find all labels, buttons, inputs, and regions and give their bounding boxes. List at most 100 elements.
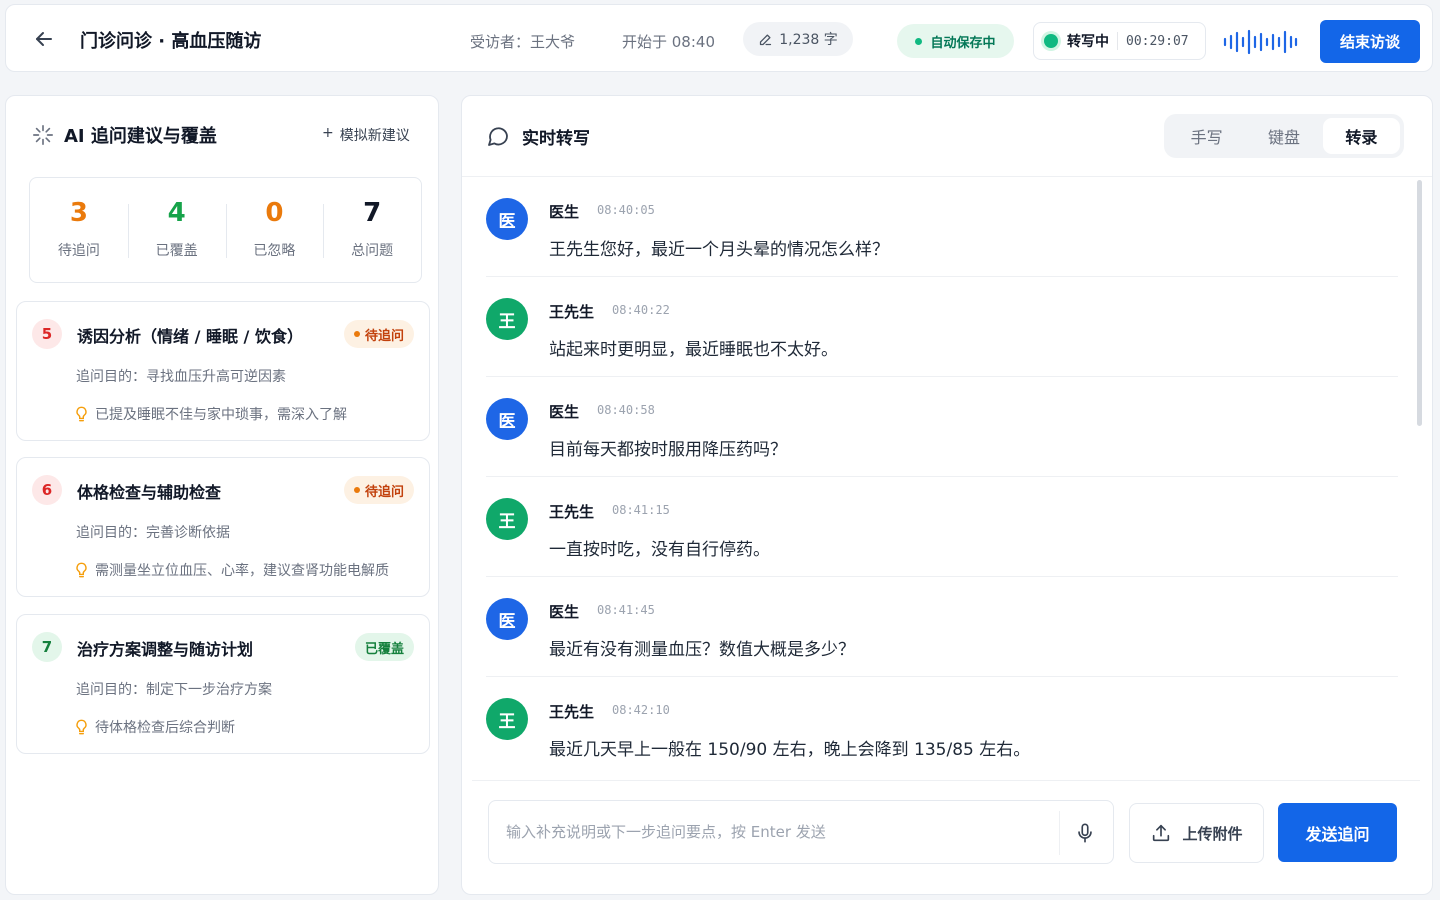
- avatar: 医: [486, 398, 528, 440]
- card-number: 6: [32, 475, 62, 505]
- lightbulb-icon: [76, 562, 87, 578]
- autosave-text: 自动保存中: [930, 35, 996, 51]
- status-badge: 已覆盖: [354, 633, 414, 661]
- card-purpose: 追问目的：完善诊断依据: [76, 525, 230, 541]
- mic-separator: [1059, 811, 1060, 855]
- stat-ignored[interactable]: 0 已忽略: [225, 178, 324, 282]
- upload-attachment-label: 上传附件: [1182, 824, 1243, 843]
- card-number: 5: [32, 319, 62, 349]
- card-hint: 待体格检查后综合判断: [75, 717, 235, 737]
- recording-status: 转写中 00:29:07: [1033, 22, 1206, 60]
- message-list[interactable]: 医 医生 08:40:05 王先生您好，最近一个月头晕的情况怎么样？ 王 王先生…: [462, 177, 1420, 777]
- coverage-stats: 3 待追问 4 已覆盖 0 已忽略 7 总问题: [29, 177, 422, 283]
- speaker-name: 医生: [549, 403, 580, 421]
- message-row: 王 王先生 08:41:15 一直按时吃，没有自行停药。: [486, 477, 1398, 577]
- input-mode-tabs: 手写 键盘 转录: [1164, 114, 1404, 158]
- scrollbar[interactable]: [1417, 180, 1422, 426]
- avatar: 王: [486, 698, 528, 740]
- message-row: 王 王先生 08:40:22 站起来时更明显，最近睡眠也不太好。: [486, 277, 1398, 377]
- plus-icon: +: [322, 125, 334, 141]
- stat-value: 0: [265, 198, 284, 228]
- card-hint-text: 待体格检查后综合判断: [95, 720, 235, 736]
- card-purpose: 追问目的：寻找血压升高可逆因素: [76, 369, 286, 385]
- tab-transcription[interactable]: 转录: [1322, 118, 1400, 154]
- stat-covered[interactable]: 4 已覆盖: [127, 178, 226, 282]
- card-title: 诱因分析（情绪 / 睡眠 / 饮食）: [77, 327, 303, 346]
- recording-label: 转写中: [1067, 34, 1109, 50]
- stat-pending[interactable]: 3 待追问: [30, 178, 128, 282]
- speaker-name: 王先生: [549, 303, 595, 321]
- card-purpose: 追问目的：制定下一步治疗方案: [76, 682, 272, 698]
- message-row: 王 王先生 08:42:10 最近几天早上一般在 150/90 左右，晚上会降到…: [486, 677, 1398, 777]
- send-followup-button[interactable]: 发送追问: [1278, 803, 1397, 862]
- lightbulb-icon: [76, 406, 87, 422]
- simulate-suggestion-label: 模拟新建议: [339, 128, 410, 144]
- speaker-name: 医生: [549, 603, 580, 621]
- suggestion-card[interactable]: 5 诱因分析（情绪 / 睡眠 / 饮食） 待追问 追问目的：寻找血压升高可逆因素…: [16, 301, 430, 441]
- transcript-panel: 实时转写 手写 键盘 转录 医 医生 08:40:05 王先生您好，最近一个月头…: [461, 95, 1433, 895]
- suggestions-title: AI 追问建议与覆盖: [64, 126, 217, 147]
- status-badge: 待追问: [343, 320, 414, 348]
- speaker-name: 医生: [549, 203, 580, 221]
- end-interview-button[interactable]: 结束访谈: [1320, 20, 1420, 63]
- message-text: 最近几天早上一般在 150/90 左右，晚上会降到 135/85 左右。: [549, 740, 1031, 760]
- tab-handwriting[interactable]: 手写: [1168, 118, 1245, 154]
- message-time: 08:41:15: [612, 503, 670, 517]
- message-row: 医 医生 08:40:05 王先生您好，最近一个月头晕的情况怎么样？: [486, 177, 1398, 277]
- stat-total[interactable]: 7 总问题: [323, 178, 421, 282]
- message-text: 最近有没有测量血压？数值大概是多少？: [549, 640, 855, 660]
- message-time: 08:40:58: [597, 403, 655, 417]
- lightbulb-icon: [76, 719, 87, 735]
- back-arrow-icon[interactable]: [32, 27, 56, 51]
- pencil-icon: [760, 34, 772, 45]
- autosave-dot: [915, 37, 923, 45]
- card-hint-text: 已提及睡眠不佳与家中琐事，需深入了解: [95, 407, 347, 423]
- autosave-badge: 自动保存中: [897, 24, 1014, 58]
- word-count-text: 1,238 字: [779, 32, 838, 48]
- card-hint: 需测量坐立位血压、心率，建议查肾功能电解质: [75, 560, 389, 580]
- recording-indicator-dot: [1044, 34, 1058, 48]
- message-text: 站起来时更明显，最近睡眠也不太好。: [549, 340, 838, 360]
- status-text: 已覆盖: [364, 641, 404, 657]
- ai-suggestions-panel: AI 追问建议与覆盖 + 模拟新建议 3 待追问 4 已覆盖 0 已忽略 7 总…: [5, 95, 439, 895]
- transcript-title: 实时转写: [522, 129, 590, 149]
- word-count-badge: 1,238 字: [743, 22, 853, 56]
- simulate-suggestion-button[interactable]: + 模拟新建议: [322, 125, 410, 145]
- status-dot: [353, 487, 360, 493]
- tab-keyboard[interactable]: 键盘: [1245, 118, 1322, 154]
- stat-value: 7: [363, 198, 382, 228]
- interviewee-label: 受访者：王大爷: [470, 33, 576, 51]
- stat-label: 已覆盖: [155, 243, 198, 259]
- recording-timer: 00:29:07: [1126, 33, 1189, 49]
- message-time: 08:42:10: [612, 703, 670, 717]
- avatar: 医: [486, 598, 528, 640]
- suggestion-card[interactable]: 6 体格检查与辅助检查 待追问 追问目的：完善诊断依据 需测量坐立位血压、心率，…: [16, 457, 430, 597]
- speaker-name: 王先生: [549, 703, 595, 721]
- message-input[interactable]: [489, 801, 1059, 863]
- avatar: 王: [486, 498, 528, 540]
- sparkle-icon: [33, 125, 53, 145]
- upload-attachment-button[interactable]: 上传附件: [1129, 803, 1264, 863]
- speaker-name: 王先生: [549, 503, 595, 521]
- message-text: 王先生您好，最近一个月头晕的情况怎么样？: [549, 240, 889, 260]
- stat-label: 已忽略: [253, 243, 296, 259]
- card-hint: 已提及睡眠不佳与家中琐事，需深入了解: [75, 404, 347, 424]
- microphone-icon[interactable]: [1074, 821, 1096, 845]
- stat-value: 3: [69, 198, 88, 228]
- status-dot: [353, 331, 360, 337]
- message-row: 医 医生 08:40:58 目前每天都按时服用降压药吗？: [486, 377, 1398, 477]
- message-text: 一直按时吃，没有自行停药。: [549, 540, 770, 560]
- card-title: 治疗方案调整与随访计划: [77, 640, 254, 659]
- upload-icon: [1153, 824, 1170, 842]
- card-number: 7: [32, 632, 62, 662]
- message-row: 医 医生 08:41:45 最近有没有测量血压？数值大概是多少？: [486, 577, 1398, 677]
- message-time: 08:40:22: [612, 303, 670, 317]
- card-hint-text: 需测量坐立位血压、心率，建议查肾功能电解质: [95, 563, 389, 579]
- suggestion-card[interactable]: 7 治疗方案调整与随访计划 已覆盖 追问目的：制定下一步治疗方案 待体格检查后综…: [16, 614, 430, 754]
- composer: 上传附件 发送追问: [472, 780, 1420, 884]
- message-input-box: [488, 800, 1114, 864]
- chat-bubble-icon: [488, 127, 508, 146]
- top-bar: 门诊问诊 · 高血压随访 受访者：王大爷 开始于 08:40 1,238 字 自…: [5, 4, 1433, 72]
- stat-label: 总问题: [351, 243, 394, 259]
- status-badge: 待追问: [343, 476, 414, 504]
